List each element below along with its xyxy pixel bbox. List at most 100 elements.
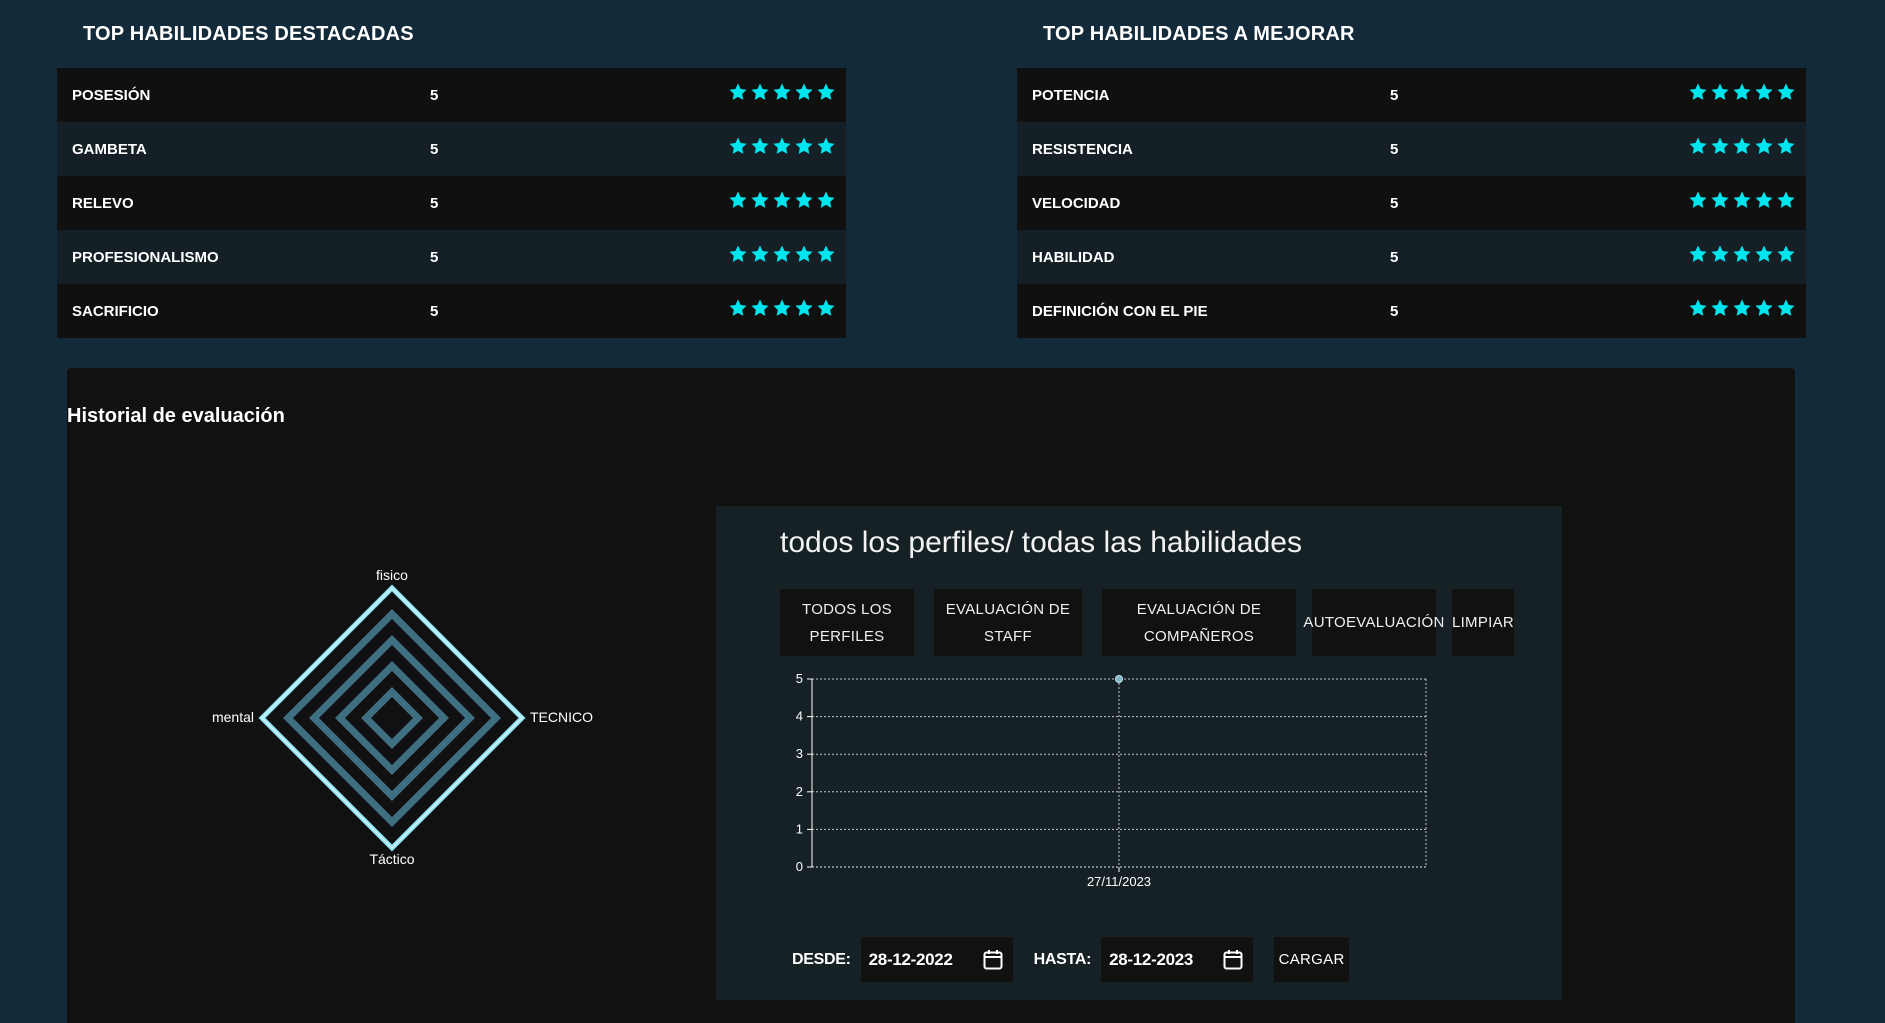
- top-mejorar-panel: TOP HABILIDADES A MEJORAR POTENCIA 5 RES…: [1017, 0, 1806, 338]
- desde-date-input[interactable]: 28-12-2022: [860, 937, 1013, 982]
- y-tick-label: 1: [796, 821, 803, 836]
- table-row: SACRIFICIO 5: [57, 284, 846, 338]
- top-destacadas-panel: TOP HABILIDADES DESTACADAS POSESIÓN 5 GA…: [57, 0, 846, 338]
- table-row: HABILIDAD 5: [1017, 230, 1806, 284]
- star-icon: [1689, 299, 1707, 316]
- skill-name: GAMBETA: [72, 140, 147, 158]
- radar-axis-label: TECNICO: [530, 709, 593, 725]
- table-row: VELOCIDAD 5: [1017, 176, 1806, 230]
- star-icon: [773, 83, 791, 100]
- y-tick-label: 4: [796, 709, 803, 724]
- skill-score: 5: [1390, 140, 1399, 158]
- skill-score: 5: [1390, 302, 1399, 320]
- star-icon: [795, 299, 813, 316]
- radar-ring: [361, 687, 423, 749]
- table-row: RESISTENCIA 5: [1017, 122, 1806, 176]
- radar-series: [260, 586, 524, 850]
- skill-name: POSESIÓN: [72, 86, 151, 104]
- evaluation-chart-card: todos los perfiles/ todas las habilidade…: [716, 506, 1562, 1000]
- button-label: TODOS LOS PERFILES: [802, 600, 892, 645]
- star-icon: [1777, 299, 1795, 316]
- star-icon: [1689, 137, 1707, 154]
- star-rating: [728, 189, 836, 211]
- radar-axis-label: mental: [211, 709, 254, 725]
- hasta-date-value: 28-12-2023: [1109, 949, 1194, 969]
- star-icon: [751, 137, 769, 154]
- star-icon: [795, 83, 813, 100]
- star-icon: [1711, 245, 1729, 262]
- star-icon: [1733, 191, 1751, 208]
- star-icon: [751, 245, 769, 262]
- todos-los-perfiles-button[interactable]: TODOS LOS PERFILES: [780, 589, 914, 656]
- star-icon: [1777, 83, 1795, 100]
- calendar-icon[interactable]: [983, 949, 1003, 970]
- skill-name: SACRIFICIO: [72, 302, 159, 320]
- cargar-button[interactable]: CARGAR: [1274, 937, 1350, 982]
- star-icon: [1777, 191, 1795, 208]
- data-point[interactable]: [1115, 675, 1123, 683]
- top-destacadas-table: POSESIÓN 5 GAMBETA 5 RELEVO 5 PROFESIONA…: [57, 68, 846, 338]
- filter-bar: TODOS LOS PERFILES EVALUACIÓN DE STAFF E…: [780, 589, 1514, 656]
- limpiar-button[interactable]: LIMPIAR: [1452, 589, 1514, 656]
- button-label: EVALUACIÓN DE STAFF: [945, 600, 1071, 645]
- y-tick-label: 5: [796, 671, 803, 686]
- star-icon: [1711, 137, 1729, 154]
- star-icon: [795, 245, 813, 262]
- history-title: Historial de evaluación: [67, 405, 285, 427]
- star-icon: [729, 83, 747, 100]
- autoevaluacion-button[interactable]: AUTOEVALUACIÓN: [1303, 589, 1444, 656]
- top-mejorar-title: TOP HABILIDADES A MEJORAR: [1043, 23, 1355, 45]
- radar-axis-label: Táctico: [369, 851, 415, 867]
- table-row: DEFINICIÓN CON EL PIE 5: [1017, 284, 1806, 338]
- star-icon: [729, 299, 747, 316]
- table-row: POTENCIA 5: [1017, 68, 1806, 122]
- chart-title: todos los perfiles/ todas las habilidade…: [780, 526, 1302, 559]
- button-label: AUTOEVALUACIÓN: [1303, 614, 1445, 631]
- star-icon: [729, 137, 747, 154]
- star-icon: [1711, 191, 1729, 208]
- y-tick-label: 0: [796, 859, 803, 874]
- star-icon: [729, 191, 747, 208]
- star-icon: [817, 83, 835, 100]
- star-icon: [817, 137, 835, 154]
- page: TOP HABILIDADES DESTACADAS POSESIÓN 5 GA…: [0, 0, 1885, 1023]
- star-icon: [773, 299, 791, 316]
- star-rating: [728, 81, 836, 103]
- table-row: GAMBETA 5: [57, 122, 846, 176]
- table-row: PROFESIONALISMO 5: [57, 230, 846, 284]
- skill-name: DEFINICIÓN CON EL PIE: [1032, 302, 1208, 320]
- skill-score: 5: [1390, 194, 1399, 212]
- calendar-icon[interactable]: [1223, 949, 1243, 970]
- star-icon: [1733, 299, 1751, 316]
- star-icon: [1689, 83, 1707, 100]
- star-rating: [1688, 189, 1796, 211]
- skill-name: HABILIDAD: [1032, 248, 1115, 266]
- table-row: RELEVO 5: [57, 176, 846, 230]
- grid: [812, 678, 1427, 868]
- star-icon: [1755, 137, 1773, 154]
- y-tick-label: 3: [796, 746, 803, 761]
- star-icon: [751, 299, 769, 316]
- star-rating: [1688, 243, 1796, 265]
- star-icon: [1733, 137, 1751, 154]
- star-icon: [1777, 137, 1795, 154]
- skill-name: VELOCIDAD: [1032, 194, 1121, 212]
- skill-score: 5: [430, 248, 439, 266]
- evaluacion-companeros-button[interactable]: EVALUACIÓN DE COMPAÑEROS: [1102, 589, 1296, 656]
- hasta-date-input[interactable]: 28-12-2023: [1101, 937, 1254, 982]
- y-tick-label: 2: [796, 784, 803, 799]
- top-destacadas-title: TOP HABILIDADES DESTACADAS: [83, 23, 414, 45]
- star-rating: [728, 135, 836, 157]
- star-icon: [1755, 191, 1773, 208]
- star-icon: [817, 299, 835, 316]
- star-icon: [773, 191, 791, 208]
- evaluacion-staff-button[interactable]: EVALUACIÓN DE STAFF: [934, 589, 1082, 656]
- x-tick-label: 27/11/2023: [1087, 874, 1151, 889]
- star-icon: [1755, 245, 1773, 262]
- radar-ring: [335, 661, 449, 775]
- star-icon: [817, 191, 835, 208]
- star-icon: [795, 137, 813, 154]
- radar-chart: fisico TECNICO Táctico mental: [197, 567, 597, 878]
- star-icon: [773, 245, 791, 262]
- star-icon: [1777, 245, 1795, 262]
